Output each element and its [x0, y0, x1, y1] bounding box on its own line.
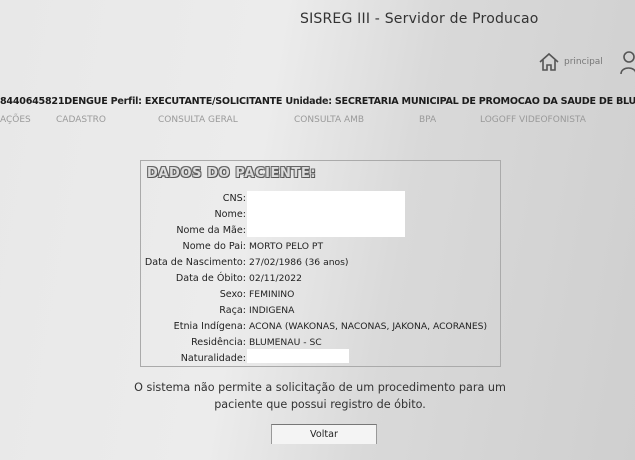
redacted-block — [247, 349, 349, 363]
menu-cadastro[interactable]: CADASTRO — [56, 115, 106, 125]
field-value-raca: INDIGENA — [249, 305, 295, 316]
home-label: principal — [564, 57, 603, 67]
unidade-label: Unidade: — [285, 96, 332, 107]
system-title: SISREG III - Servidor de Producao — [300, 11, 539, 27]
patient-panel-title: DADOS DO PACIENTE: — [147, 166, 317, 181]
home-icon — [539, 52, 559, 71]
field-label-naturalidade: Naturalidade: — [180, 353, 246, 364]
field-row-sexo: Sexo: FEMININO — [141, 289, 502, 305]
session-info: 8440645821DENGUE Perfil: EXECUTANTE/SOLI… — [0, 96, 635, 107]
home-link[interactable]: principal — [538, 52, 603, 72]
menu-logoff[interactable]: LOGOFF VIDEOFONISTA — [480, 115, 586, 125]
field-label-raca: Raça: — [219, 305, 246, 316]
redacted-block — [247, 191, 405, 237]
user-icon[interactable] — [620, 50, 635, 80]
field-row-nascimento: Data de Nascimento: 27/02/1986 (36 anos) — [141, 257, 502, 273]
field-label-residencia: Residência: — [191, 337, 246, 348]
menu-acoes[interactable]: AÇÕES — [0, 115, 31, 125]
menu-consulta-amb[interactable]: CONSULTA AMB — [294, 115, 364, 125]
field-value-obito: 02/11/2022 — [249, 273, 302, 284]
field-label-cns: CNS: — [222, 193, 246, 204]
menu-bpa[interactable]: BPA — [419, 115, 436, 125]
field-label-obito: Data de Óbito: — [175, 273, 246, 284]
field-value-nascimento: 27/02/1986 (36 anos) — [249, 257, 349, 268]
message-line-1: O sistema não permite a solicitação de u… — [134, 381, 506, 394]
field-row-raca: Raça: INDIGENA — [141, 305, 502, 321]
menu-consulta-geral[interactable]: CONSULTA GERAL — [158, 115, 238, 125]
field-row-nome-pai: Nome do Pai: MORTO PELO PT — [141, 241, 502, 257]
unidade-value: SECRETARIA MUNICIPAL DE PROMOCAO DA SAUD… — [334, 96, 635, 107]
field-value-sexo: FEMININO — [249, 289, 295, 300]
main-menu: AÇÕES CADASTRO CONSULTA GERAL CONSULTA A… — [0, 115, 635, 129]
session-user-id: 8440645821DENGUE — [0, 96, 108, 107]
death-record-message: O sistema não permite a solicitação de u… — [120, 379, 520, 413]
field-row-obito: Data de Óbito: 02/11/2022 — [141, 273, 502, 289]
field-label-nome-mae: Nome da Mãe: — [176, 225, 246, 236]
perfil-label: Perfil: — [110, 96, 142, 107]
field-label-etnia: Etnia Indígena: — [173, 321, 246, 332]
field-label-nome: Nome: — [214, 209, 246, 220]
field-value-etnia: ACONA (WAKONAS, NACONAS, JAKONA, ACORANE… — [249, 321, 488, 332]
field-row-etnia: Etnia Indígena: ACONA (WAKONAS, NACONAS,… — [141, 321, 502, 337]
field-label-nome-pai: Nome do Pai: — [182, 241, 246, 252]
field-value-nome-pai: MORTO PELO PT — [249, 241, 324, 252]
patient-data-panel: DADOS DO PACIENTE: CNS: Nome: Nome da Mã… — [140, 160, 501, 367]
field-label-sexo: Sexo: — [219, 289, 246, 300]
field-value-residencia: BLUMENAU - SC — [249, 337, 322, 348]
perfil-value: EXECUTANTE/SOLICITANTE — [144, 96, 283, 107]
voltar-button[interactable]: Voltar — [271, 424, 377, 444]
field-label-nascimento: Data de Nascimento: — [144, 257, 246, 268]
message-line-2: paciente que possui registro de óbito. — [214, 398, 426, 411]
